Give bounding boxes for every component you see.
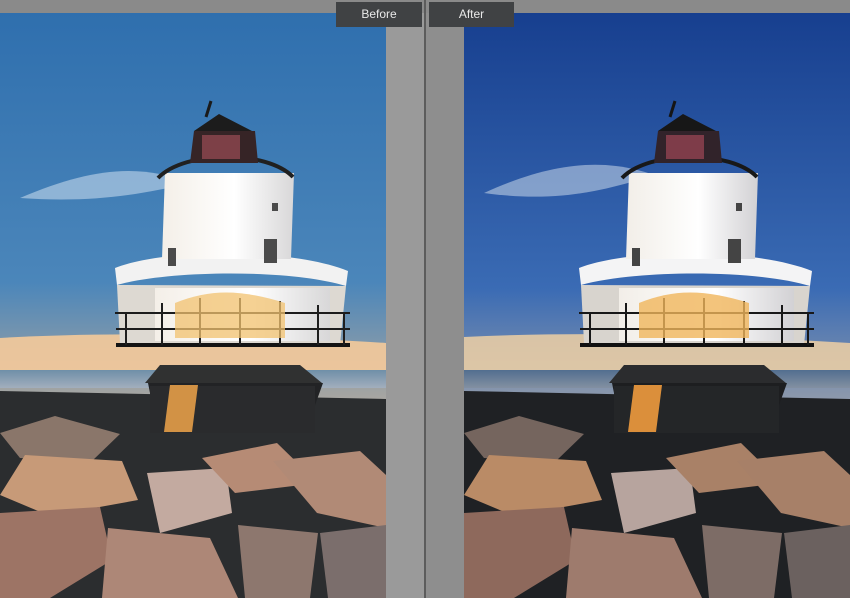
after-lighthouse-photo: [464, 13, 850, 598]
after-panel-divider: [426, 13, 464, 598]
after-photo-panel[interactable]: [464, 13, 850, 598]
before-label: Before: [336, 2, 422, 27]
after-label: After: [429, 2, 514, 27]
photo-comparison-view: Before After: [0, 0, 850, 598]
before-photo-panel[interactable]: [0, 13, 386, 598]
before-lighthouse-photo: [0, 13, 386, 598]
before-panel-divider: [386, 13, 424, 598]
